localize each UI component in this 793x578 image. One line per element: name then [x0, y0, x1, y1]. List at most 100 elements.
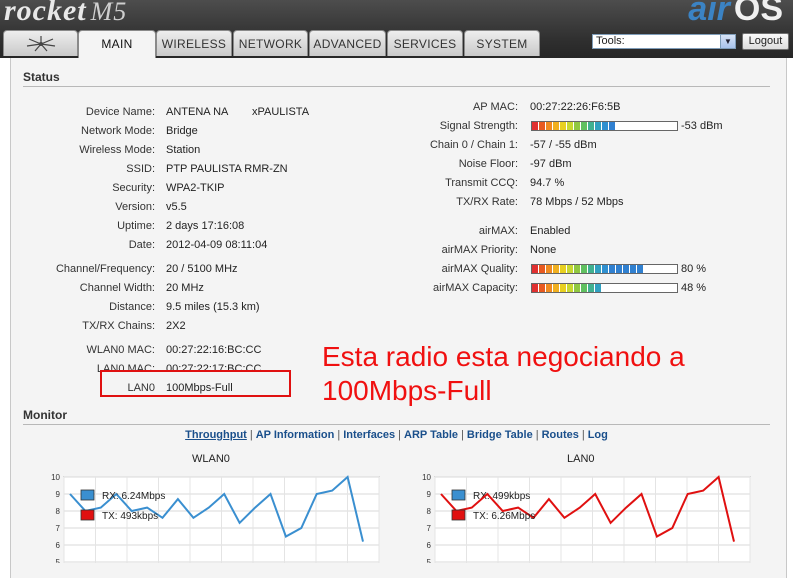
- status-value: 00:27:22:16:BC:CC: [166, 344, 262, 356]
- y-tick-label: 5: [427, 558, 432, 563]
- status-value: PTP PAULISTA RMR-ZN: [166, 163, 288, 175]
- level-bar-segment: [532, 122, 539, 130]
- ubiquiti-icon: [26, 36, 55, 52]
- lan0-highlight-box: [100, 370, 291, 397]
- level-bar-segment: [567, 265, 574, 273]
- chevron-down-icon[interactable]: ▼: [720, 35, 735, 48]
- status-value: Station: [166, 144, 201, 156]
- status-value: 94.7 %: [530, 177, 565, 189]
- status-label: Distance:: [109, 301, 155, 313]
- monitor-links: Throughput | AP Information | Interfaces | ARP…: [0, 429, 793, 441]
- monitor-link-log[interactable]: Log: [588, 429, 608, 441]
- monitor-link-ap-information[interactable]: AP Information: [256, 429, 335, 441]
- level-bar-segment: [553, 122, 560, 130]
- level-bar-segment: [546, 284, 553, 292]
- monitor-link-interfaces[interactable]: Interfaces: [343, 429, 395, 441]
- y-tick-label: 10: [422, 473, 431, 482]
- y-tick-label: 9: [56, 490, 61, 499]
- status-value: Enabled: [530, 225, 571, 237]
- link-separator: |: [337, 429, 341, 441]
- level-bar-segment: [609, 122, 616, 130]
- legend-label: RX: 6.24Mbps: [102, 491, 165, 502]
- legend-swatch: [80, 489, 95, 501]
- tab-network[interactable]: NETWORK: [233, 30, 308, 56]
- annotation-line-2: 100Mbps-Full: [322, 375, 492, 406]
- status-label: SSID:: [126, 163, 155, 175]
- level-bar-segment: [539, 122, 546, 130]
- status-value: 2012-04-09 08:11:04: [166, 239, 268, 251]
- link-separator: |: [461, 429, 464, 441]
- level-bar-segment: [574, 284, 581, 292]
- link-separator: |: [535, 429, 539, 441]
- level-bar-segment: [588, 265, 595, 273]
- status-label: Date:: [128, 239, 155, 251]
- level-bar-segment: [637, 265, 644, 273]
- status-value: 9.5 miles (15.3 km): [166, 301, 260, 313]
- link-separator: |: [398, 429, 402, 441]
- monitor-title: Monitor: [23, 408, 67, 422]
- tab-wireless[interactable]: WIRELESS: [156, 30, 232, 56]
- status-value: ANTENA NA: [166, 106, 229, 118]
- level-bar-segment: [567, 122, 574, 130]
- tab-ubiquiti-logo[interactable]: [3, 30, 78, 56]
- y-tick-label: 6: [427, 541, 432, 550]
- level-bar-segment: [539, 265, 546, 273]
- status-value: 80 %: [681, 263, 707, 275]
- monitor-link-bridge-table[interactable]: Bridge Table: [467, 429, 533, 441]
- status-label: airMAX Priority:: [441, 244, 518, 256]
- status-label: Wireless Mode:: [79, 144, 155, 156]
- legend-label: RX: 499kbps: [473, 491, 530, 502]
- status-label: Channel/Frequency:: [55, 263, 155, 275]
- monitor-link-arp-table[interactable]: ARP Table: [404, 429, 458, 441]
- level-bar-segment: [574, 122, 581, 130]
- status-value: -97 dBm: [530, 158, 572, 170]
- status-label: TX/RX Rate:: [456, 196, 518, 208]
- level-bar-segment: [595, 122, 602, 130]
- wlan0-throughput-chart: 5 6 7 8 9 10 RX: 6.24Mbps TX: 493kbps: [51, 473, 380, 563]
- annotation-line-1: Esta radio esta negociando a: [322, 341, 685, 372]
- level-bar-segment: [588, 284, 595, 292]
- annotation-note: Esta radio esta negociando a 100Mbps-Ful…: [322, 340, 685, 408]
- level-bar-segment: [602, 122, 609, 130]
- lan0-throughput-chart: 5 6 7 8 9 10 RX: 499kbps TX: 6.26Mbps: [422, 473, 751, 563]
- status-value: -57 / -55 dBm: [530, 139, 597, 151]
- monitor-link-routes[interactable]: Routes: [542, 429, 579, 441]
- status-label: AP MAC:: [472, 101, 518, 113]
- level-bar-segment: [560, 265, 567, 273]
- monitor-link-throughput[interactable]: Throughput: [185, 429, 247, 441]
- tab-system[interactable]: SYSTEM: [464, 30, 540, 56]
- header-bar: rocket M5 air OS MAIN WIRELESS NETWORK ADV…: [0, 0, 793, 58]
- status-label: Transmit CCQ:: [445, 177, 518, 189]
- logout-button[interactable]: Logout: [742, 33, 789, 50]
- status-value: 20 / 5100 MHz: [166, 263, 238, 275]
- level-bar-segment: [595, 284, 602, 292]
- legend-swatch: [451, 509, 466, 521]
- level-bar-segment: [581, 284, 588, 292]
- level-bar-segment: [609, 265, 616, 273]
- level-bar-segment: [553, 265, 560, 273]
- status-label: TX/RX Chains:: [82, 320, 155, 332]
- level-bar-segment: [623, 265, 630, 273]
- status-label: Version:: [115, 201, 155, 213]
- status-value: -53 dBm: [681, 120, 723, 132]
- status-divider: [23, 86, 770, 87]
- status-label: Chain 0 / Chain 1:: [429, 139, 518, 151]
- tools-select[interactable]: Tools: ▼: [592, 34, 736, 49]
- status-label: airMAX Quality:: [441, 263, 518, 275]
- brand-air: air: [688, 0, 730, 28]
- level-bar-segment: [532, 284, 539, 292]
- level-bar: [531, 283, 678, 293]
- status-value: Bridge: [166, 125, 198, 137]
- tab-main[interactable]: MAIN: [78, 30, 156, 58]
- legend-swatch: [80, 509, 95, 521]
- logo-model: M5: [90, 0, 128, 26]
- tab-services[interactable]: SERVICES: [387, 30, 463, 56]
- status-label: Uptime:: [117, 220, 155, 232]
- status-value: 78 Mbps / 52 Mbps: [530, 196, 624, 208]
- level-bar-segment: [574, 265, 581, 273]
- level-bar-segment: [630, 265, 637, 273]
- status-value: 2X2: [166, 320, 186, 332]
- status-label: Security:: [112, 182, 155, 194]
- status-label: Network Mode:: [81, 125, 155, 137]
- tab-advanced[interactable]: ADVANCED: [309, 30, 386, 56]
